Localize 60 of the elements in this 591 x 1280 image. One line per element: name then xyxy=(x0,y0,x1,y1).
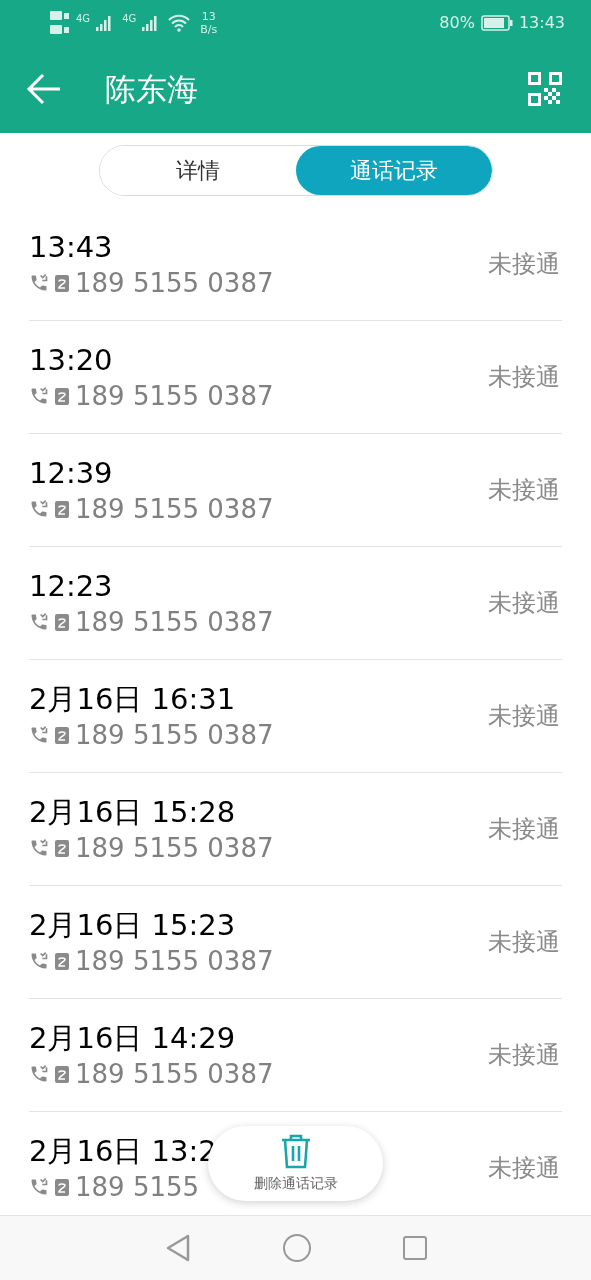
battery-percent: 80% xyxy=(439,11,475,34)
outgoing-call-icon xyxy=(29,1064,49,1084)
phone-number: 189 5155 xyxy=(75,1172,200,1202)
call-status: 未接通 xyxy=(488,362,561,393)
nav-home-button[interactable] xyxy=(282,1234,311,1262)
back-button[interactable] xyxy=(26,71,62,107)
call-time: 13:20 xyxy=(29,343,113,377)
outgoing-call-icon xyxy=(29,838,49,858)
outgoing-call-icon xyxy=(29,499,49,519)
call-status: 未接通 xyxy=(488,249,561,280)
sim-badge-icon xyxy=(55,500,69,518)
call-status: 未接通 xyxy=(488,1040,561,1071)
call-status: 未接通 xyxy=(488,475,561,506)
wifi-icon xyxy=(168,13,191,32)
phone-number: 189 5155 0387 xyxy=(75,268,274,298)
call-time: 2月16日 15:23 xyxy=(29,908,236,942)
call-status: 未接通 xyxy=(488,701,561,732)
call-status: 未接通 xyxy=(488,927,561,958)
sim-badge-icon xyxy=(55,726,69,744)
call-status: 未接通 xyxy=(488,1153,561,1184)
call-time: 12:39 xyxy=(29,456,113,490)
outgoing-call-icon xyxy=(29,1177,49,1197)
sim-badge-icon xyxy=(55,613,69,631)
phone-number: 189 5155 0387 xyxy=(75,946,274,976)
outgoing-call-icon xyxy=(29,273,49,293)
sim-badge-icon xyxy=(55,1065,69,1083)
hd-icon xyxy=(50,8,70,37)
sim-badge-icon xyxy=(55,274,69,292)
sim-badge-icon xyxy=(55,952,69,970)
trash-icon xyxy=(279,1133,312,1169)
call-status: 未接通 xyxy=(488,814,561,845)
phone-number: 189 5155 0387 xyxy=(75,607,274,637)
sim-badge-icon xyxy=(55,839,69,857)
qr-code-button[interactable] xyxy=(528,72,562,106)
battery-icon xyxy=(480,14,513,31)
phone-number: 189 5155 0387 xyxy=(75,720,274,750)
call-time: 2月16日 15:28 xyxy=(29,795,236,829)
nav-recents-button[interactable] xyxy=(402,1236,427,1260)
phone-number: 189 5155 0387 xyxy=(75,833,274,863)
network-speed: 13 xyxy=(201,9,216,23)
phone-number: 189 5155 0387 xyxy=(75,381,274,411)
phone-number: 189 5155 0387 xyxy=(75,1059,274,1089)
call-time: 2月16日 14:29 xyxy=(29,1021,236,1055)
call-time: 12:23 xyxy=(29,569,113,603)
call-time: 2月16日 16:31 xyxy=(29,682,236,716)
sim-badge-icon xyxy=(55,1178,69,1196)
outgoing-call-icon xyxy=(29,725,49,745)
network-type: 4G xyxy=(122,13,137,24)
phone-number: 189 5155 0387 xyxy=(75,494,274,524)
network-type: 4G xyxy=(76,13,91,24)
sim-badge-icon xyxy=(55,387,69,405)
outgoing-call-icon xyxy=(29,612,49,632)
contact-name: 陈东海 xyxy=(105,69,198,109)
network-speed-unit: B/s xyxy=(200,22,218,36)
outgoing-call-icon xyxy=(29,386,49,406)
nav-back-button[interactable] xyxy=(164,1233,191,1263)
call-status: 未接通 xyxy=(488,588,561,619)
call-time: 13:43 xyxy=(29,230,113,264)
outgoing-call-icon xyxy=(29,951,49,971)
clock: 13:43 xyxy=(518,11,565,34)
